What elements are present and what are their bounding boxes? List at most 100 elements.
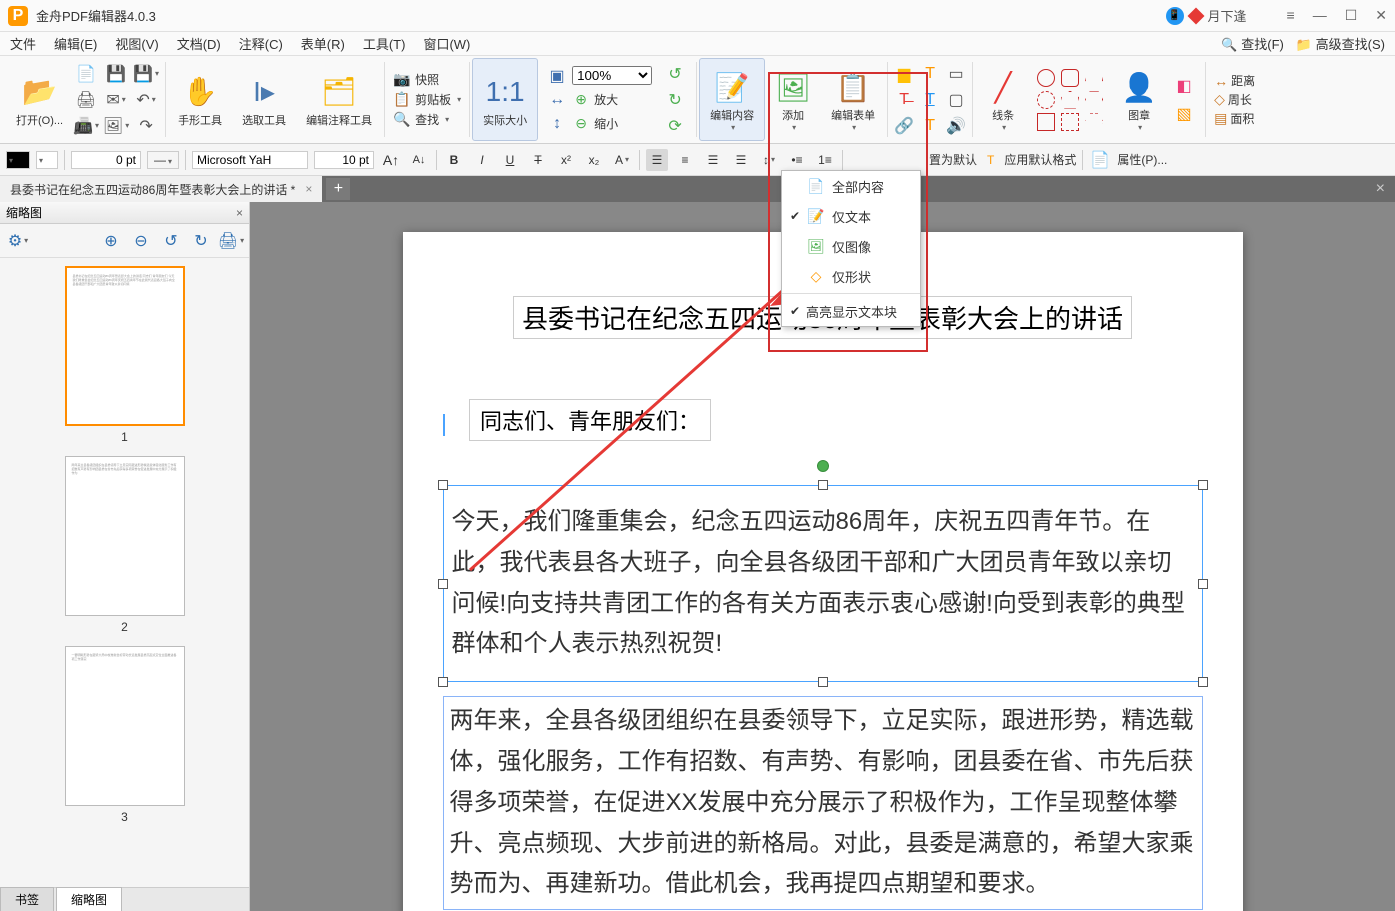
phone-icon[interactable]: 📱 bbox=[1166, 7, 1184, 25]
bullet-list-button[interactable]: •≡ bbox=[786, 149, 808, 171]
thumbnail-page-3[interactable]: 一要明晰形势在跟紧大局中校准新坐标带动长远发展县委高起点定位全面推进各项工作落实 bbox=[65, 646, 185, 806]
new-doc-icon[interactable]: 📄 bbox=[75, 63, 97, 85]
print-thumb-icon[interactable]: 🖨 bbox=[219, 229, 243, 253]
text-tool-icon[interactable]: T bbox=[919, 63, 941, 85]
measure-perimeter-button[interactable]: ◇周长 bbox=[1214, 91, 1252, 108]
sound-icon[interactable]: 🔊 bbox=[945, 115, 967, 137]
search-button[interactable]: 🔍查找 bbox=[393, 111, 449, 129]
superscript-button[interactable]: x² bbox=[555, 149, 577, 171]
line-shapes-button[interactable]: ╱ 线条 bbox=[981, 65, 1025, 134]
edit-content-button[interactable]: 📝 编辑内容 bbox=[706, 65, 758, 134]
dashed-hex-icon[interactable] bbox=[1085, 113, 1103, 131]
thumbnail-item[interactable]: 县委书记在纪念五四运动86周年暨表彰大会上的讲话 同志们 青年朋友们 今天我们隆… bbox=[20, 266, 229, 444]
select-tool-button[interactable]: I▸ 选取工具 bbox=[238, 70, 290, 130]
dd-highlight-blocks[interactable]: ✔高亮显示文本块 bbox=[782, 296, 920, 326]
stroke-color-picker[interactable] bbox=[36, 151, 58, 169]
diamond-icon[interactable] bbox=[1187, 7, 1204, 24]
menu-edit[interactable]: 编辑(E) bbox=[54, 34, 97, 53]
adv-find-button[interactable]: 📁 高级查找(S) bbox=[1296, 34, 1385, 53]
fit-page-icon[interactable]: ▣ bbox=[546, 65, 568, 87]
redo-icon[interactable]: ↷ bbox=[135, 115, 157, 137]
menu-view[interactable]: 视图(V) bbox=[115, 34, 158, 53]
maximize-button[interactable]: ☐ bbox=[1345, 7, 1358, 24]
highlight-icon[interactable]: ▆ bbox=[893, 63, 915, 85]
eraser-icon[interactable]: ◧ bbox=[1173, 75, 1195, 97]
properties-button[interactable]: 属性(P)... bbox=[1117, 151, 1167, 168]
refresh-icon[interactable]: ⟳ bbox=[664, 115, 686, 137]
edit-form-button[interactable]: 📋 编辑表单 bbox=[827, 65, 879, 134]
annotation-tool-button[interactable]: 🗂 编辑注释工具 bbox=[302, 70, 376, 130]
dd-all-content[interactable]: 📄全部内容 bbox=[782, 171, 920, 201]
resize-handle-se[interactable] bbox=[1198, 677, 1208, 687]
dashed-circle-icon[interactable] bbox=[1037, 91, 1055, 109]
menu-file[interactable]: 文件 bbox=[10, 34, 36, 53]
resize-handle-n[interactable] bbox=[818, 480, 828, 490]
fit-height-icon[interactable]: ↕ bbox=[546, 113, 568, 135]
link-tool-icon[interactable]: 🔗 bbox=[893, 115, 915, 137]
font-family-input[interactable] bbox=[192, 151, 308, 169]
user-label[interactable]: 月下逢 bbox=[1208, 6, 1247, 25]
export-icon[interactable]: 🖼 bbox=[105, 115, 127, 137]
thumbnail-item[interactable]: 一要明晰形势在跟紧大局中校准新坐标带动长远发展县委高起点定位全面推进各项工作落实… bbox=[20, 646, 229, 824]
stamp-button[interactable]: 👤 图章 bbox=[1117, 65, 1161, 134]
pdf-page[interactable]: 县委书记在纪念五四运动86周年暨表彰大会上的讲话 同志们、青年朋友们： 今天，我… bbox=[403, 232, 1243, 911]
thumbnail-item[interactable]: 两年来全县各级团组织在县委领导下立足实际跟进形势精选载体强化服务工作有招数有声势… bbox=[20, 456, 229, 634]
dashed-square-icon[interactable] bbox=[1061, 113, 1079, 131]
zoom-in-thumb-icon[interactable]: ⊕ bbox=[99, 229, 123, 253]
actual-size-button[interactable]: 1:1 实际大小 bbox=[479, 70, 531, 130]
resize-handle-nw[interactable] bbox=[438, 480, 448, 490]
pentagon-icon[interactable] bbox=[1061, 91, 1079, 109]
resize-handle-sw[interactable] bbox=[438, 677, 448, 687]
rotate-handle[interactable] bbox=[817, 460, 829, 472]
email-icon[interactable]: ✉ bbox=[105, 89, 127, 111]
close-panel-button[interactable]: × bbox=[236, 206, 243, 220]
ellipse-icon[interactable] bbox=[1037, 69, 1055, 87]
rotate-left-icon[interactable]: ↺ bbox=[664, 63, 686, 85]
strike-button[interactable]: T bbox=[527, 149, 549, 171]
bookmark-tab[interactable]: 书签 bbox=[0, 887, 54, 911]
menu-dots-icon[interactable]: ≡ bbox=[1287, 7, 1295, 24]
rotate-right-icon[interactable]: ↻ bbox=[664, 89, 686, 111]
zoom-in-button[interactable]: ↔⊕放大 bbox=[546, 89, 618, 111]
stroke-style-dropdown[interactable]: — bbox=[147, 151, 179, 169]
find-button[interactable]: 🔍 查找(F) bbox=[1221, 34, 1283, 53]
square-icon[interactable] bbox=[1037, 113, 1055, 131]
text-block-p2[interactable]: 两年来，全县各级团组织在县委领导下，立足实际，跟进形势，精选载体，强化服务，工作… bbox=[443, 696, 1203, 910]
bold-button[interactable]: B bbox=[443, 149, 465, 171]
menu-tools[interactable]: 工具(T) bbox=[363, 34, 406, 53]
hand-tool-button[interactable]: ✋ 手形工具 bbox=[174, 70, 226, 130]
close-button[interactable]: ✕ bbox=[1375, 7, 1387, 24]
gear-icon[interactable]: ⚙ bbox=[6, 229, 30, 253]
align-right-button[interactable]: ☰ bbox=[702, 149, 724, 171]
menu-comment[interactable]: 注释(C) bbox=[239, 34, 283, 53]
add-button[interactable]: 🖼 添加 bbox=[771, 65, 815, 134]
rotate-thumb-left-icon[interactable]: ↺ bbox=[159, 229, 183, 253]
thumbnail-page-1[interactable]: 县委书记在纪念五四运动86周年暨表彰大会上的讲话 同志们 青年朋友们 今天我们隆… bbox=[65, 266, 185, 426]
cloud-icon[interactable] bbox=[1085, 69, 1103, 87]
fit-width-icon[interactable]: ↔ bbox=[546, 89, 568, 111]
rounded-rect-icon[interactable] bbox=[1061, 69, 1079, 87]
form-square-icon[interactable]: ▢ bbox=[945, 89, 967, 111]
print-icon[interactable]: 🖨 bbox=[75, 89, 97, 111]
scan-icon[interactable]: 📠 bbox=[75, 115, 97, 137]
minimize-button[interactable]: — bbox=[1313, 7, 1327, 24]
menu-document[interactable]: 文档(D) bbox=[177, 34, 221, 53]
color-picker-icon[interactable]: ▧ bbox=[1173, 103, 1195, 125]
set-default-label[interactable]: 置为默认 bbox=[929, 151, 977, 168]
zoom-out-button[interactable]: ↕⊖缩小 bbox=[546, 113, 618, 135]
resize-handle-w[interactable] bbox=[438, 579, 448, 589]
save-icon[interactable]: 💾 bbox=[105, 63, 127, 85]
dd-shape-only[interactable]: ◇仅形状 bbox=[782, 261, 920, 291]
edit-content-dropdown[interactable]: 📄全部内容 ✔📝仅文本 🖼仅图像 ◇仅形状 ✔高亮显示文本块 bbox=[781, 170, 921, 327]
fill-color-picker[interactable] bbox=[6, 151, 30, 169]
rotate-thumb-right-icon[interactable]: ↻ bbox=[189, 229, 213, 253]
snapshot-button[interactable]: 📷快照 bbox=[393, 71, 439, 89]
strike-icon[interactable]: T̶ bbox=[893, 89, 915, 111]
number-list-button[interactable]: 1≡ bbox=[814, 149, 836, 171]
hexagon-icon[interactable] bbox=[1085, 91, 1103, 109]
align-center-button[interactable]: ≡ bbox=[674, 149, 696, 171]
align-left-button[interactable]: ☰ bbox=[646, 149, 668, 171]
resize-handle-ne[interactable] bbox=[1198, 480, 1208, 490]
document-tab[interactable]: 县委书记在纪念五四运动86周年暨表彰大会上的讲话 * × bbox=[0, 176, 322, 202]
undo-icon[interactable]: ↶ bbox=[135, 89, 157, 111]
